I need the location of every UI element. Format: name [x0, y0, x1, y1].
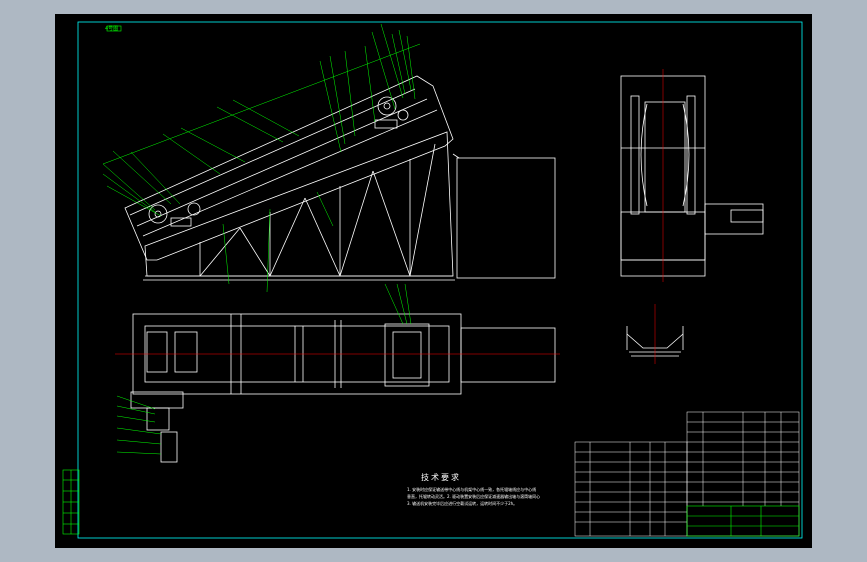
conveyor-drawing	[62, 21, 803, 539]
note-line: 3. 输送机安装完毕后应进行空载试运转，运转时间不少于2h。	[407, 501, 518, 506]
note-line: 1. 安装时应保证输送带中心线与机架中心线一致，各托辊轴线应与中心线	[407, 487, 537, 492]
technical-requirements-title: 技术要求	[421, 473, 461, 482]
title-block	[686, 505, 800, 537]
parts-list-right	[686, 411, 800, 537]
side-leaders	[102, 23, 421, 293]
drawing-sheet: 4号图 技术要求 1. 安装时应保证输送带中心线与机架中心线一致，各托辊轴线应与…	[55, 14, 812, 548]
plan-view	[130, 313, 556, 463]
plan-leaders	[116, 283, 412, 455]
end-view	[620, 75, 764, 277]
note-line: 垂直，托辊转动灵活。2. 驱动装置安装后应保证减速器输出轴与滚筒轴同心	[407, 494, 541, 499]
cad-viewport[interactable]: 4号图 技术要求 1. 安装时应保证输送带中心线与机架中心线一致，各托辊轴线应与…	[0, 0, 867, 562]
sheet-tag: 4号图	[105, 26, 119, 32]
technical-requirements-notes: 1. 安装时应保证输送带中心线与机架中心线一致，各托辊轴线应与中心线 垂直，托辊…	[407, 486, 577, 507]
parts-list-left	[574, 441, 688, 537]
left-stamp-table	[62, 469, 80, 535]
side-elevation-view	[124, 75, 556, 281]
